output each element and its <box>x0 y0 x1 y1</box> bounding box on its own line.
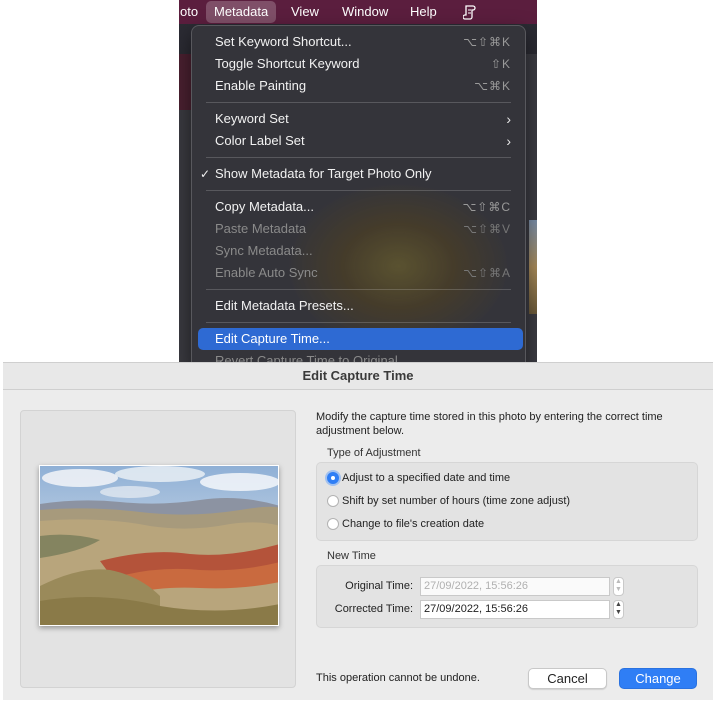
background-thumbnail <box>529 220 537 314</box>
menu-separator <box>206 157 511 158</box>
menu-item-shortcut: ⇧K <box>490 57 511 71</box>
adjustment-group: Adjust to a specified date and time Shif… <box>316 462 698 541</box>
menu-item-sync-metadata: Sync Metadata... <box>192 240 525 262</box>
menu-item-shortcut: ⌥⌘K <box>474 79 511 93</box>
screenshot: oto Metadata View Window Help Set Keywor… <box>0 0 716 709</box>
dialog-title: Edit Capture Time <box>3 363 713 390</box>
menu-item-shortcut: ⌥⇧⌘A <box>463 266 511 280</box>
chevron-right-icon: › <box>506 111 511 127</box>
menu-separator <box>206 190 511 191</box>
menu-item-enable-painting[interactable]: Enable Painting ⌥⌘K <box>192 75 525 97</box>
menu-item-label: Revert Capture Time to Original <box>215 353 398 362</box>
menu-item-copy-metadata[interactable]: Copy Metadata... ⌥⇧⌘C <box>192 196 525 218</box>
menu-item-label: Copy Metadata... <box>215 199 314 214</box>
menubar-item-photo[interactable]: oto <box>179 0 206 24</box>
menu-item-edit-metadata-presets[interactable]: Edit Metadata Presets... <box>192 295 525 317</box>
menu-item-label: Edit Capture Time... <box>215 331 330 346</box>
menu-screenshot-region: oto Metadata View Window Help Set Keywor… <box>179 0 537 362</box>
new-time-group: Original Time: 27/09/2022, 15:56:26 ▲ ▼ C… <box>316 565 698 628</box>
photo-preview-panel <box>20 410 296 688</box>
menu-item-label: Enable Auto Sync <box>215 265 318 280</box>
menu-item-label: Color Label Set <box>215 133 305 148</box>
menubar-item-help[interactable]: Help <box>402 0 445 24</box>
metadata-menu: Set Keyword Shortcut... ⌥⇧⌘K Toggle Shor… <box>191 25 526 362</box>
photo-thumbnail <box>39 465 279 626</box>
menu-item-toggle-shortcut-keyword[interactable]: Toggle Shortcut Keyword ⇧K <box>192 53 525 75</box>
corrected-time-stepper[interactable]: ▲ ▼ <box>613 600 624 619</box>
menu-item-shortcut: ⌥⇧⌘C <box>462 200 511 214</box>
menu-item-revert-capture-time: Revert Capture Time to Original <box>192 350 525 362</box>
menu-item-label: Show Metadata for Target Photo Only <box>215 166 432 181</box>
edit-capture-time-dialog: Edit Capture Time Modify the capture tim… <box>3 362 713 700</box>
dialog-description: Modify the capture time stored in this p… <box>316 411 663 437</box>
original-time-stepper: ▲ ▼ <box>613 577 624 596</box>
menu-item-label: Enable Painting <box>215 78 307 93</box>
app-background-panel <box>179 54 191 110</box>
new-time-group-title: New Time <box>327 550 376 562</box>
script-menu-icon[interactable] <box>455 0 485 24</box>
change-button[interactable]: Change <box>619 668 697 689</box>
chevron-right-icon: › <box>506 133 511 149</box>
radio-button[interactable] <box>327 518 339 530</box>
app-background-panel <box>526 54 537 362</box>
radio-button[interactable] <box>327 472 339 484</box>
app-background-panel <box>179 110 191 362</box>
checkmark-icon: ✓ <box>200 167 211 181</box>
corrected-time-label: Corrected Time: <box>334 603 413 615</box>
menu-item-show-metadata-target-only[interactable]: ✓ Show Metadata for Target Photo Only <box>192 163 525 185</box>
menubar-item-metadata[interactable]: Metadata <box>206 1 277 23</box>
menubar-item-view[interactable]: View <box>283 0 327 24</box>
menu-item-label: Set Keyword Shortcut... <box>215 34 352 49</box>
menu-item-label: Paste Metadata <box>215 221 307 236</box>
cancel-button[interactable]: Cancel <box>528 668 607 689</box>
radio-label: Shift by set number of hours (time zone … <box>342 495 571 507</box>
menu-item-set-keyword-shortcut[interactable]: Set Keyword Shortcut... ⌥⇧⌘K <box>192 31 525 53</box>
radio-label: Adjust to a specified date and time <box>342 472 511 484</box>
menu-bar: oto Metadata View Window Help <box>179 0 537 24</box>
menu-separator <box>206 289 511 290</box>
radio-button[interactable] <box>327 495 339 507</box>
menu-item-label: Sync Metadata... <box>215 243 313 258</box>
menu-separator <box>206 322 511 323</box>
menu-item-shortcut: ⌥⇧⌘K <box>463 35 511 49</box>
menu-item-color-label-set[interactable]: Color Label Set › <box>192 130 525 152</box>
menu-item-label: Edit Metadata Presets... <box>215 298 354 313</box>
menu-item-label: Keyword Set <box>215 111 289 126</box>
corrected-time-field[interactable]: 27/09/2022, 15:56:26 <box>420 600 610 619</box>
menu-item-enable-auto-sync: Enable Auto Sync ⌥⇧⌘A <box>192 262 525 284</box>
original-time-field: 27/09/2022, 15:56:26 <box>420 577 610 596</box>
menu-item-keyword-set[interactable]: Keyword Set › <box>192 108 525 130</box>
menu-separator <box>206 102 511 103</box>
menu-item-edit-capture-time[interactable]: Edit Capture Time... <box>198 328 523 350</box>
menu-item-shortcut: ⌥⇧⌘V <box>463 222 511 236</box>
adjustment-group-title: Type of Adjustment <box>327 447 421 459</box>
menu-item-paste-metadata: Paste Metadata ⌥⇧⌘V <box>192 218 525 240</box>
original-time-label: Original Time: <box>345 580 413 592</box>
radio-label: Change to file's creation date <box>342 518 485 530</box>
menubar-item-window[interactable]: Window <box>334 0 396 24</box>
menu-item-label: Toggle Shortcut Keyword <box>215 56 360 71</box>
undo-warning: This operation cannot be undone. <box>316 672 480 684</box>
